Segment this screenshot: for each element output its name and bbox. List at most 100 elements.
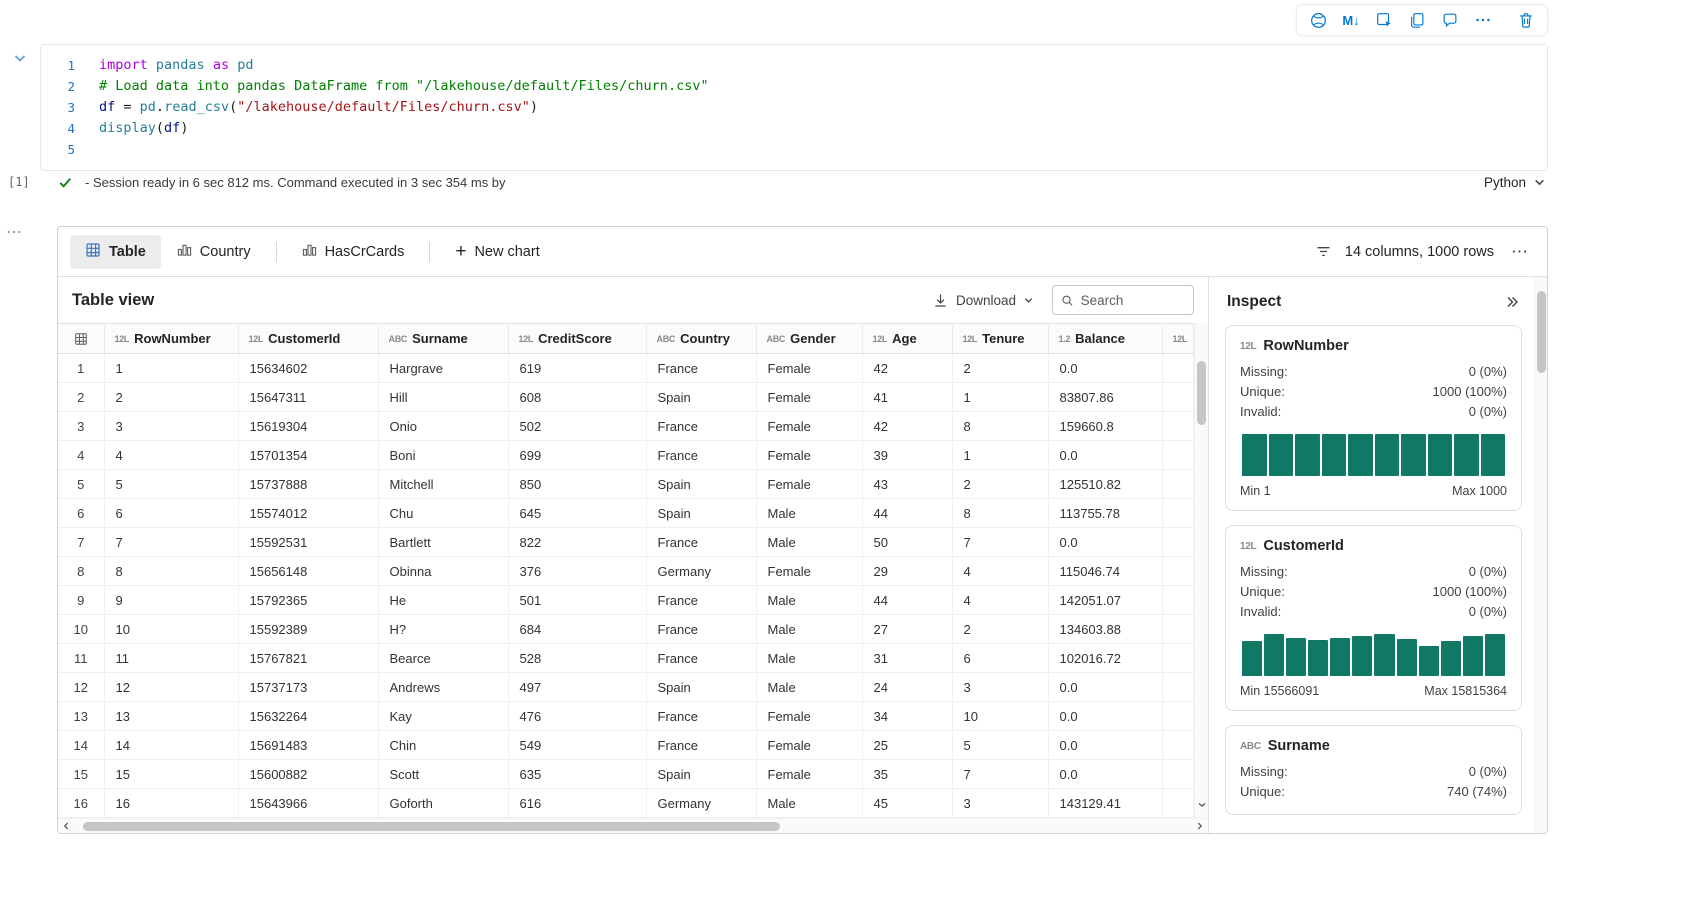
grid-cell[interactable]: Andrews <box>378 672 509 702</box>
cell-more-handle[interactable]: ⋯ <box>6 222 23 242</box>
tab-table[interactable]: Table <box>70 234 161 269</box>
grid-cell[interactable]: 9 <box>104 585 239 615</box>
grid-cell[interactable]: Hill <box>378 382 509 412</box>
grid-cell[interactable]: 24 <box>862 672 953 702</box>
grid-cell[interactable]: 143129.41 <box>1048 788 1163 818</box>
grid-cell[interactable]: 15737888 <box>238 469 379 499</box>
grid-cell[interactable]: 2 <box>104 382 239 412</box>
grid-cell[interactable]: Female <box>756 382 863 412</box>
table-row[interactable]: 8 8 15656148 Obinna 376 Germany Female 29 4 11504… <box>58 556 1194 586</box>
grid-cell[interactable]: 850 <box>508 469 647 499</box>
grid-cell[interactable]: 15592531 <box>238 527 379 557</box>
table-row[interactable]: 15 15 15600882 Scott 635 Spain Female 35 7 0.0 <box>58 759 1194 789</box>
grid-cell[interactable]: Female <box>756 556 863 586</box>
grid-cell[interactable]: 15737173 <box>238 672 379 702</box>
grid-cell[interactable]: 0.0 <box>1048 730 1163 760</box>
table-row[interactable]: 11 11 15767821 Bearce 528 France Male 31 6 102016… <box>58 643 1194 673</box>
grid-cell[interactable]: 15691483 <box>238 730 379 760</box>
grid-cell[interactable]: 0.0 <box>1048 701 1163 731</box>
grid-cell[interactable]: 15634602 <box>238 353 379 383</box>
grid-cell[interactable]: France <box>646 585 757 615</box>
grid-cell[interactable]: Spain <box>646 382 757 412</box>
grid-cell[interactable]: 15767821 <box>238 643 379 673</box>
grid-cell[interactable]: Kay <box>378 701 509 731</box>
grid-cell[interactable]: 44 <box>862 498 953 528</box>
grid-cell[interactable]: 5 <box>952 730 1049 760</box>
convert-to-markdown-icon[interactable]: M↓ <box>1338 8 1364 32</box>
grid-cell[interactable]: 616 <box>508 788 647 818</box>
code-line[interactable]: 1 import pandas as pd <box>41 55 1547 76</box>
grid-cell[interactable]: Male <box>756 672 863 702</box>
grid-cell[interactable]: Spain <box>646 759 757 789</box>
grid-cell[interactable]: 15656148 <box>238 556 379 586</box>
grid-cell[interactable]: 1 <box>952 440 1049 470</box>
grid-cell[interactable]: Goforth <box>378 788 509 818</box>
grid-cell[interactable]: 0.0 <box>1048 672 1163 702</box>
grid-cell[interactable]: Chin <box>378 730 509 760</box>
grid-cell[interactable]: 15792365 <box>238 585 379 615</box>
grid-cell[interactable]: France <box>646 411 757 441</box>
grid-cell[interactable]: 497 <box>508 672 647 702</box>
search-input[interactable] <box>1080 292 1185 308</box>
grid-cell[interactable]: 5 <box>104 469 239 499</box>
grid-cell[interactable]: Germany <box>646 788 757 818</box>
column-header-country[interactable]: ABC Country <box>646 323 757 354</box>
grid-cell[interactable]: Boni <box>378 440 509 470</box>
grid-cell[interactable]: France <box>646 353 757 383</box>
grid-cell[interactable]: 8 <box>952 411 1049 441</box>
grid-cell[interactable]: Male <box>756 585 863 615</box>
grid-cell[interactable]: 50 <box>862 527 953 557</box>
grid-cell[interactable]: 2 <box>952 469 1049 499</box>
grid-cell[interactable]: 13 <box>104 701 239 731</box>
grid-cell[interactable]: 376 <box>508 556 647 586</box>
table-row[interactable]: 16 16 15643966 Goforth 616 Germany Male 45 3 1431… <box>58 788 1194 818</box>
grid-cell[interactable]: 43 <box>862 469 953 499</box>
grid-cell[interactable]: 15619304 <box>238 411 379 441</box>
grid-cell[interactable]: 15592389 <box>238 614 379 644</box>
column-header-age[interactable]: 12L Age <box>862 323 953 354</box>
grid-cell[interactable]: 3 <box>952 672 1049 702</box>
grid-cell[interactable]: Male <box>756 527 863 557</box>
grid-cell[interactable]: 39 <box>862 440 953 470</box>
grid-cell[interactable]: 29 <box>862 556 953 586</box>
grid-cell[interactable]: 3 <box>952 788 1049 818</box>
inspect-scrollbar[interactable] <box>1534 277 1547 833</box>
grid-cell[interactable]: 12 <box>104 672 239 702</box>
select-cell-icon[interactable] <box>1371 8 1397 32</box>
grid-cell[interactable]: 83807.86 <box>1048 382 1163 412</box>
grid-cell[interactable]: 45 <box>862 788 953 818</box>
grid-cell[interactable]: Spain <box>646 498 757 528</box>
grid-cell[interactable]: 25 <box>862 730 953 760</box>
vertical-scrollbar[interactable] <box>1194 323 1208 818</box>
table-row[interactable]: 7 7 15592531 Bartlett 822 France Male 50 7 0.0 <box>58 527 1194 557</box>
horizontal-scrollbar[interactable] <box>58 818 1208 833</box>
grid-cell[interactable]: 0.0 <box>1048 527 1163 557</box>
grid-cell[interactable]: France <box>646 614 757 644</box>
table-row[interactable]: 4 4 15701354 Boni 699 France Female 39 1 0.0 <box>58 440 1194 470</box>
grid-cell[interactable]: 1 <box>104 353 239 383</box>
code-line[interactable]: 2 # Load data into pandas DataFrame from … <box>41 76 1547 97</box>
grid-cell[interactable]: Bearce <box>378 643 509 673</box>
grid-cell[interactable]: 7 <box>952 759 1049 789</box>
grid-cell[interactable]: 528 <box>508 643 647 673</box>
new-chart-button[interactable]: + New chart <box>443 235 551 268</box>
grid-cell[interactable]: Female <box>756 469 863 499</box>
horizontal-scrollbar-track[interactable] <box>71 819 1195 834</box>
grid-cell[interactable]: 10 <box>104 614 239 644</box>
grid-cell[interactable]: 11 <box>104 643 239 673</box>
grid-cell[interactable]: 0.0 <box>1048 759 1163 789</box>
grid-cell[interactable]: Male <box>756 643 863 673</box>
grid-cell[interactable]: 645 <box>508 498 647 528</box>
grid-cell[interactable]: 113755.78 <box>1048 498 1163 528</box>
code-line[interactable]: 4 display(df) <box>41 118 1547 139</box>
grid-cell[interactable]: France <box>646 730 757 760</box>
grid-cell[interactable]: 10 <box>952 701 1049 731</box>
filter-icon[interactable] <box>1315 243 1332 260</box>
grid-cell[interactable]: H? <box>378 614 509 644</box>
grid-cell[interactable]: 2 <box>952 353 1049 383</box>
grid-cell[interactable]: Germany <box>646 556 757 586</box>
delete-cell-icon[interactable] <box>1513 8 1539 32</box>
grid-cell[interactable]: 608 <box>508 382 647 412</box>
grid-cell[interactable]: 15643966 <box>238 788 379 818</box>
grid-cell[interactable]: Onio <box>378 411 509 441</box>
